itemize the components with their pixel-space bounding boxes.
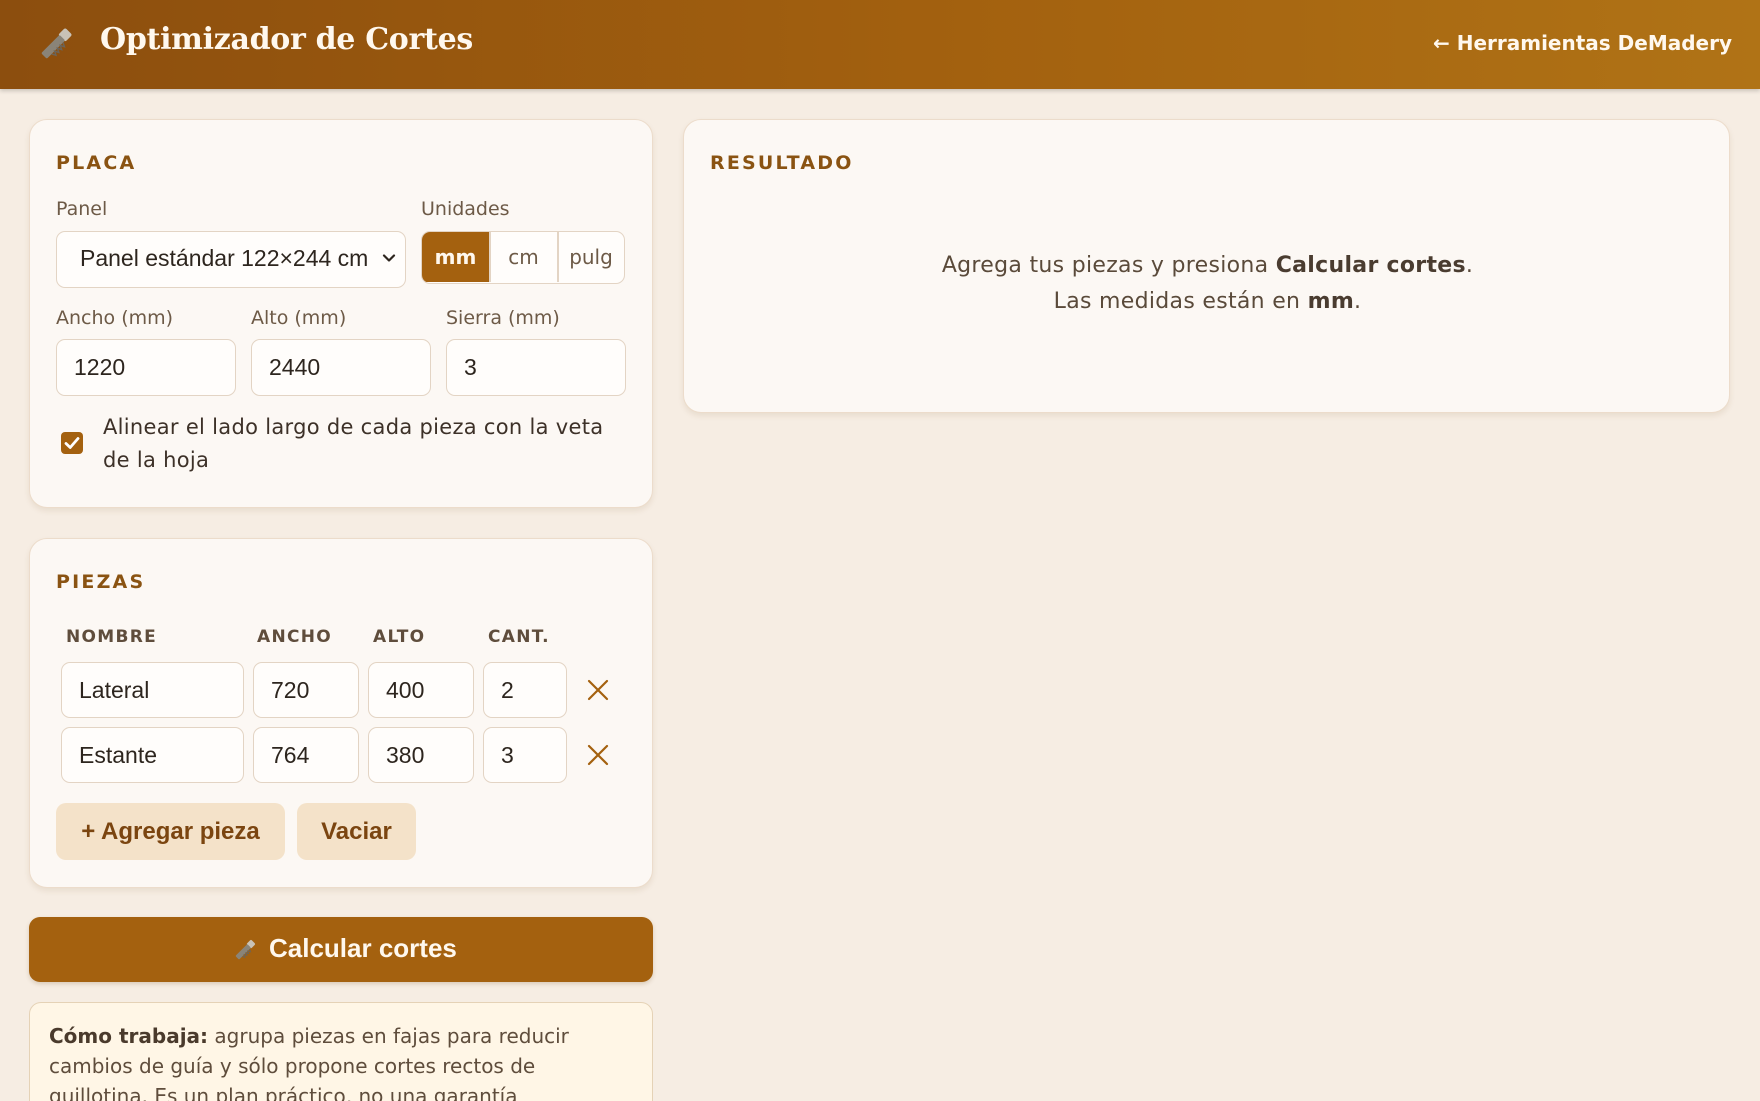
placa-card: PLACA Panel Panel estándar 122×244 cm Un…: [29, 119, 653, 508]
grain-label[interactable]: Alinear el lado largo de cada pieza con …: [103, 411, 613, 477]
chevron-down-icon: [382, 254, 396, 262]
saw-icon: [41, 28, 72, 59]
empty-state-line-2: Las medidas están en mm.: [1053, 289, 1362, 314]
col-cant: CANT.: [488, 627, 550, 647]
resultado-card: RESULTADO Agrega tus piezas y presiona C…: [683, 119, 1730, 413]
pieza-nombre-input[interactable]: [61, 662, 244, 718]
info-lead: Cómo trabaja:: [49, 1024, 209, 1048]
pieza-alto-input[interactable]: [368, 727, 474, 783]
col-alto: ALTO: [373, 627, 426, 647]
info-box: Cómo trabaja: agrupa piezas en fajas par…: [29, 1002, 653, 1101]
placa-title: PLACA: [56, 152, 137, 174]
units-toggle: mm cm pulg: [421, 231, 625, 284]
add-pieza-button[interactable]: + Agregar pieza: [56, 803, 285, 860]
panel-select-value: Panel estándar 122×244 cm: [80, 245, 369, 271]
sierra-input[interactable]: [446, 339, 626, 396]
clear-button[interactable]: Vaciar: [297, 803, 416, 860]
empty-state-line-1: Agrega tus piezas y presiona Calcular co…: [941, 253, 1474, 278]
alto-label: Alto (mm): [251, 307, 347, 329]
calculate-button-label: Calcular cortes: [269, 933, 457, 963]
pieza-cant-input[interactable]: [483, 727, 567, 783]
unit-pulg-button[interactable]: pulg: [558, 232, 624, 282]
saw-icon: [235, 939, 256, 960]
ancho-input[interactable]: [56, 339, 236, 396]
pieza-nombre-input[interactable]: [61, 727, 244, 783]
col-ancho: ANCHO: [257, 627, 333, 647]
pieza-cant-input[interactable]: [483, 662, 567, 718]
top-bar: Optimizador de Cortes ← Herramientas DeM…: [0, 0, 1760, 89]
close-icon[interactable]: [586, 743, 610, 767]
empty-state-message: Agrega tus piezas y presiona Calcular co…: [684, 248, 1731, 320]
back-to-tools-link[interactable]: ← Herramientas DeMadery: [1433, 31, 1732, 55]
check-icon: [64, 437, 80, 449]
app-title: Optimizador de Cortes: [100, 22, 473, 57]
pieza-ancho-input[interactable]: [253, 727, 359, 783]
unit-cm-button[interactable]: cm: [490, 232, 557, 282]
panel-select[interactable]: Panel estándar 122×244 cm: [56, 231, 406, 288]
unit-mm-button[interactable]: mm: [422, 232, 489, 282]
resultado-title: RESULTADO: [710, 152, 854, 174]
info-text: Cómo trabaja: agrupa piezas en fajas par…: [49, 1021, 639, 1101]
alto-input[interactable]: [251, 339, 431, 396]
calculate-button[interactable]: Calcular cortes: [29, 917, 653, 982]
pieza-alto-input[interactable]: [368, 662, 474, 718]
piezas-card: PIEZAS NOMBRE ANCHO ALTO CANT. + Agregar…: [29, 538, 653, 888]
piezas-title: PIEZAS: [56, 571, 146, 593]
close-icon[interactable]: [586, 678, 610, 702]
pieza-ancho-input[interactable]: [253, 662, 359, 718]
panel-label: Panel: [56, 198, 108, 220]
col-nombre: NOMBRE: [66, 627, 158, 647]
units-label: Unidades: [421, 198, 510, 220]
ancho-label: Ancho (mm): [56, 307, 174, 329]
grain-checkbox[interactable]: [61, 432, 83, 454]
sierra-label: Sierra (mm): [446, 307, 560, 329]
